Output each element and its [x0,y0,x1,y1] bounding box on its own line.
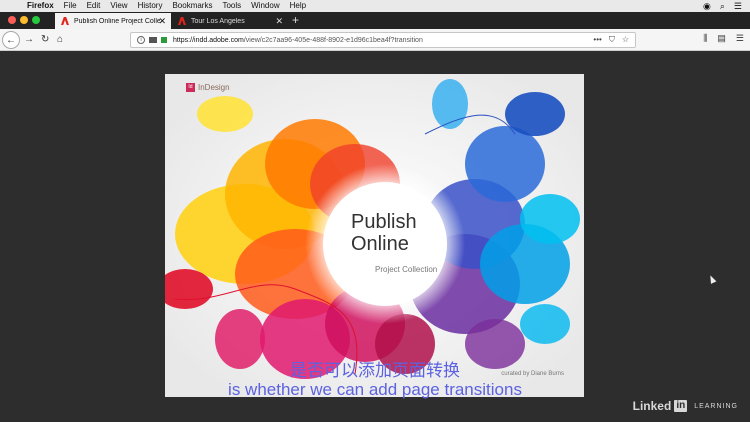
back-button[interactable]: ← [2,31,20,49]
tab-tour-los-angeles[interactable]: Tour Los Angeles ✕ [172,13,288,29]
menu-app-firefox[interactable]: Firefox [27,0,54,12]
camera-icon[interactable] [149,37,157,43]
indesign-label: InDesign [198,83,230,92]
more-icon[interactable]: ••• [593,35,601,45]
menu-file[interactable]: File [64,0,77,12]
url-host: https://indd.adobe.com [173,36,244,44]
mouse-cursor-icon [707,274,717,284]
menu-window[interactable]: Window [251,0,279,12]
close-window-button[interactable] [8,16,16,24]
menu-edit[interactable]: Edit [87,0,101,12]
slide-image[interactable]: Id InDesign Publish Online Project Colle… [165,74,584,397]
url-path: /view/c2c7aa96-405e-488f-8902-e1d96c1bea… [243,36,423,44]
sidebar-icon[interactable]: ▤ [717,33,726,44]
pocket-icon[interactable]: ⛉ [609,35,615,45]
linkedin-learning-watermark: Linked in LEARNING [633,399,738,413]
nav-bar: ← → ↻ ⌂ i https://indd.adobe.com/view/c2… [0,29,750,51]
menu-bookmarks[interactable]: Bookmarks [172,0,212,12]
slide-title-line2: Online [351,233,409,255]
forward-button[interactable]: → [24,33,34,47]
reload-button[interactable]: ↻ [41,33,49,47]
menu-tools[interactable]: Tools [222,0,241,12]
bookmark-star-icon[interactable]: ☆ [622,35,629,45]
subtitle-chinese: 是否可以添加页面转换 [290,361,460,381]
menu-help[interactable]: Help [290,0,306,12]
list-icon[interactable]: ☰ [734,1,742,12]
adobe-icon [61,17,69,25]
menu-bar: Firefox File Edit View History Bookmarks… [0,0,750,12]
indesign-icon: Id [186,83,195,92]
slide-title: Publish Online [351,211,417,255]
close-icon[interactable]: ✕ [158,16,166,27]
adobe-icon [178,17,186,25]
menu-history[interactable]: History [138,0,163,12]
watermark-suffix: LEARNING [694,402,738,410]
library-icon[interactable]: ⫼ [703,33,707,44]
watermark-brand-b: in [674,400,688,412]
circle-icon[interactable]: ◉ [703,1,711,12]
tab-title: Tour Los Angeles [191,17,245,25]
minimize-window-button[interactable] [20,16,28,24]
slide-subtitle: Project Collection [375,265,438,274]
menu-view[interactable]: View [110,0,127,12]
home-button[interactable]: ⌂ [57,33,63,47]
url-text[interactable]: https://indd.adobe.com/view/c2c7aa96-405… [173,37,423,44]
subtitle-english: is whether we can add page transitions [228,380,522,399]
hamburger-menu-icon[interactable]: ☰ [736,33,744,44]
search-icon[interactable]: ⌕ [720,1,725,12]
arrow-left-icon: ← [6,34,16,46]
slide-title-line1: Publish [351,211,417,233]
tab-title: Publish Online Project Collectio [74,17,160,25]
watermark-brand-a: Linked [632,399,672,413]
indesign-logo: Id InDesign [186,83,230,92]
url-bar[interactable]: i https://indd.adobe.com/view/c2c7aa96-4… [130,32,636,48]
new-tab-icon[interactable]: + [292,12,299,28]
info-icon[interactable]: i [137,36,145,44]
zoom-window-button[interactable] [32,16,40,24]
lock-icon[interactable] [161,37,167,43]
tab-publish-online[interactable]: Publish Online Project Collectio ✕ [55,13,171,29]
tab-strip: Publish Online Project Collectio ✕ Tour … [0,12,750,29]
close-icon[interactable]: ✕ [275,16,283,27]
